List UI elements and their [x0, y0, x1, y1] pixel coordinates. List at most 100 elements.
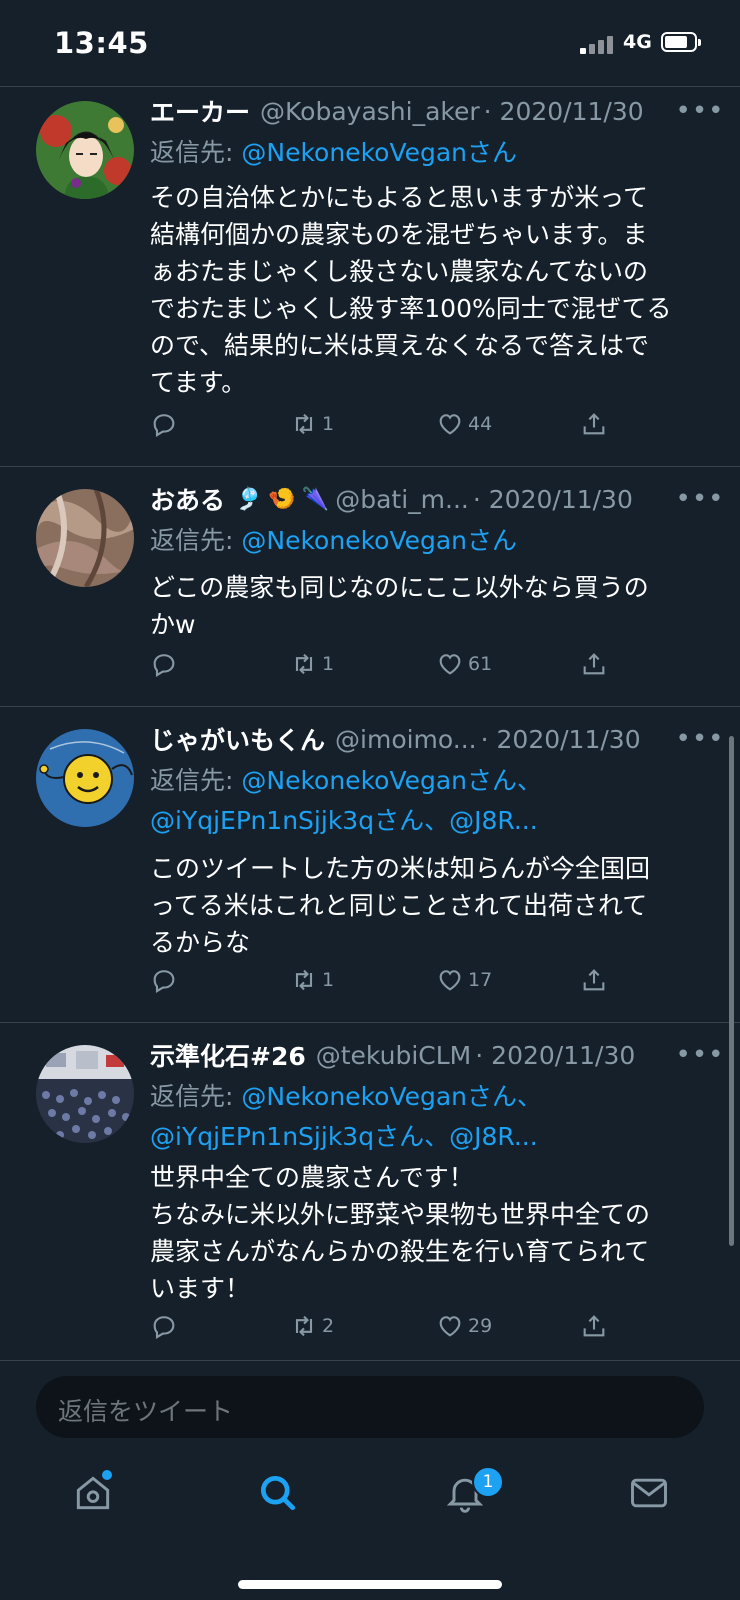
tweet-actions: 1 17 — [150, 963, 620, 997]
display-name[interactable]: じゃがいもくん — [150, 721, 325, 757]
like-count: 61 — [468, 653, 493, 675]
retweet-button[interactable]: 1 — [290, 963, 334, 997]
share-button[interactable] — [580, 963, 608, 997]
reply-mention[interactable]: @NekonekoVeganさん — [241, 138, 517, 167]
reply-mention-more[interactable]: @iYqjEPn1nSjjk3qさん、@J8R... — [150, 806, 538, 835]
avatar[interactable] — [36, 1045, 134, 1143]
tweet-date[interactable]: · 2020/11/30 — [481, 725, 641, 754]
reply-icon — [153, 1316, 175, 1339]
heart-icon — [439, 970, 461, 991]
tweet-text: このツイートした方の米は知らんが今全国回 ってる米はこれと同じことされて出荷され… — [150, 854, 651, 957]
mail-icon — [631, 1478, 667, 1508]
reply-mention[interactable]: @NekonekoVeganさん — [241, 526, 517, 555]
share-icon — [583, 413, 605, 435]
user-handle[interactable]: @imoimo... — [335, 725, 477, 754]
avatar[interactable] — [36, 101, 134, 199]
retweet-icon — [295, 653, 313, 675]
reply-mention-more[interactable]: @iYqjEPn1nSjjk3qさん、@J8R... — [150, 1122, 538, 1151]
display-name[interactable]: おある — [150, 481, 225, 517]
reply-icon — [153, 414, 175, 437]
tweet-text: どこの農家も同じなのにここ以外なら買うの かw — [150, 573, 649, 639]
retweet-button[interactable]: 1 — [290, 407, 334, 441]
tweet-text: 世界中全ての農家さんです！ ちなみに米以外に野菜や果物も世界中全ての 農家さんが… — [150, 1163, 651, 1303]
user-handle[interactable]: @Kobayashi_aker — [260, 97, 480, 126]
more-options-icon[interactable]: ••• — [676, 720, 724, 758]
tweet-header: 示準化石#26 @tekubiCLM · 2020/11/30 ••• — [150, 1036, 724, 1074]
search-icon — [260, 1475, 296, 1511]
avatar[interactable] — [36, 729, 134, 827]
heart-icon — [439, 414, 461, 435]
tweet-date[interactable]: · 2020/11/30 — [473, 485, 633, 514]
reply-context: 返信先: @NekonekoVeganさん、 @iYqjEPn1nSjjk3qさ… — [150, 1077, 716, 1157]
display-name[interactable]: 示準化石#26 — [150, 1037, 306, 1073]
network-type: 4G — [623, 31, 652, 53]
tweet[interactable]: じゃがいもくん @imoimo... · 2020/11/30 ••• 返信先:… — [0, 707, 740, 1023]
retweet-icon — [295, 1315, 313, 1337]
home-indicator[interactable] — [238, 1580, 502, 1589]
tweet[interactable]: エーカー @Kobayashi_aker · 2020/11/30 ••• 返信… — [0, 87, 740, 467]
battery-icon — [661, 32, 701, 52]
tweet-actions: 1 61 — [150, 647, 620, 681]
reply-input[interactable]: 返信をツイート — [36, 1376, 704, 1438]
reply-icon — [153, 654, 175, 677]
reply-prefix: 返信先: — [150, 1082, 242, 1111]
reply-mention[interactable]: @NekonekoVeganさん、 — [241, 1082, 542, 1111]
reply-button[interactable] — [150, 647, 178, 681]
user-handle[interactable]: @bati_m... — [335, 485, 469, 514]
tweet[interactable]: おある 🎐 🍤 🌂 @bati_m... · 2020/11/30 ••• 返信… — [0, 467, 740, 707]
tab-messages[interactable] — [624, 1468, 674, 1518]
status-bar: 13:45 4G — [0, 0, 740, 86]
heart-icon — [439, 654, 461, 675]
more-options-icon[interactable]: ••• — [676, 1036, 724, 1074]
reply-placeholder: 返信をツイート — [58, 1397, 234, 1426]
retweet-icon — [295, 969, 313, 991]
new-content-dot — [102, 1470, 112, 1480]
reply-button[interactable] — [150, 407, 178, 441]
reply-prefix: 返信先: — [150, 138, 242, 167]
retweet-count: 1 — [322, 969, 335, 991]
like-count: 17 — [468, 969, 493, 991]
tweet[interactable]: 示準化石#26 @tekubiCLM · 2020/11/30 ••• 返信先:… — [0, 1023, 740, 1361]
reply-button[interactable] — [150, 963, 178, 997]
retweet-count: 2 — [322, 1315, 335, 1337]
share-icon — [583, 653, 605, 675]
like-button[interactable]: 17 — [436, 963, 492, 997]
reply-prefix: 返信先: — [150, 526, 242, 555]
tweet-date[interactable]: · 2020/11/30 — [484, 97, 644, 126]
name-emoji: 🌂 — [301, 486, 330, 512]
retweet-button[interactable]: 1 — [290, 647, 334, 681]
share-button[interactable] — [580, 647, 608, 681]
tweet-date[interactable]: · 2020/11/30 — [475, 1041, 635, 1070]
display-name[interactable]: エーカー — [150, 93, 250, 129]
tab-search[interactable] — [253, 1468, 303, 1518]
tweet-header: エーカー @Kobayashi_aker · 2020/11/30 ••• — [150, 92, 724, 130]
retweet-count: 1 — [322, 413, 335, 435]
user-handle[interactable]: @tekubiCLM — [316, 1041, 472, 1070]
share-icon — [583, 969, 605, 991]
share-button[interactable] — [580, 1309, 608, 1343]
scrollbar[interactable] — [729, 736, 734, 1246]
share-button[interactable] — [580, 407, 608, 441]
reply-button[interactable] — [150, 1309, 178, 1343]
reply-prefix: 返信先: — [150, 766, 242, 795]
share-icon — [583, 1315, 605, 1337]
like-count: 29 — [468, 1315, 493, 1337]
divider — [0, 1360, 740, 1361]
tweet-actions: 2 29 — [150, 1309, 620, 1343]
reply-mention[interactable]: @NekonekoVeganさん、 — [241, 766, 542, 795]
reply-context: 返信先: @NekonekoVeganさん — [150, 133, 716, 173]
name-emoji: 🍤 — [268, 486, 296, 512]
tweet-header: じゃがいもくん @imoimo... · 2020/11/30 ••• — [150, 720, 724, 758]
retweet-button[interactable]: 2 — [290, 1309, 334, 1343]
tweet-text: その自治体とかにもよると思いますが米って 結構何個かの農家ものを混ぜちゃいます。… — [150, 183, 672, 397]
heart-icon — [439, 1316, 461, 1337]
like-button[interactable]: 29 — [436, 1309, 492, 1343]
status-time: 13:45 — [54, 26, 149, 60]
more-options-icon[interactable]: ••• — [676, 480, 724, 518]
signal-icon — [580, 34, 616, 54]
reply-context: 返信先: @NekonekoVeganさん — [150, 521, 716, 561]
more-options-icon[interactable]: ••• — [676, 92, 724, 130]
like-button[interactable]: 61 — [436, 647, 492, 681]
avatar[interactable] — [36, 489, 134, 587]
like-button[interactable]: 44 — [436, 407, 492, 441]
